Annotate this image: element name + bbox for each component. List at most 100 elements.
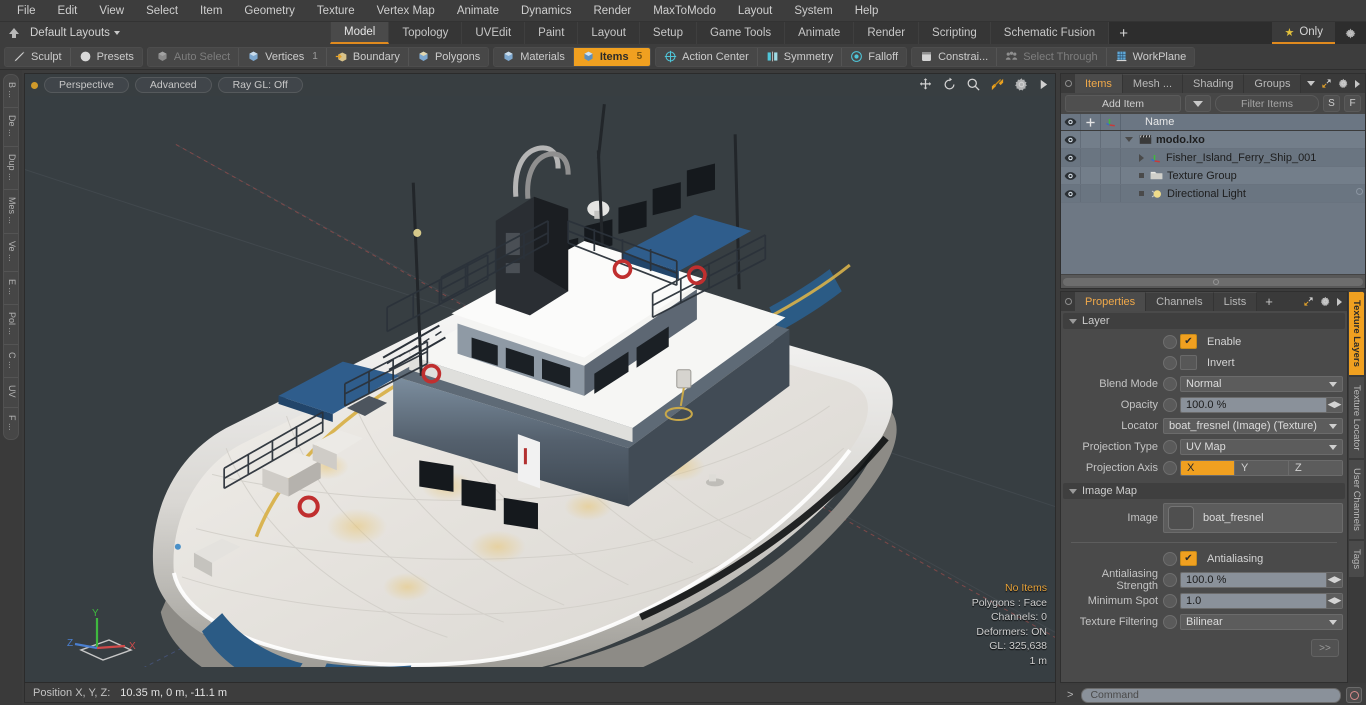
horizontal-scrollbar[interactable] [1063, 277, 1363, 286]
row-cell-add[interactable] [1081, 131, 1101, 148]
projection-axis-z[interactable]: Z [1289, 460, 1342, 475]
section-layer[interactable]: Layer [1063, 313, 1345, 329]
right-tab-tags[interactable]: Tags [1349, 540, 1365, 579]
left-tab-mesh[interactable]: Mes ... [4, 190, 18, 235]
projection-axis-knob[interactable] [1163, 460, 1177, 475]
fit-icon[interactable] [990, 77, 1005, 92]
maximize-icon[interactable] [1303, 296, 1314, 307]
left-tab-vertex[interactable]: Ve ... [4, 234, 18, 272]
add-item-button[interactable]: Add Item [1065, 95, 1181, 112]
row-cell-transform[interactable] [1101, 185, 1121, 202]
menu-item-view[interactable]: View [88, 2, 135, 20]
filter-f-button[interactable]: F [1344, 95, 1361, 112]
column-add[interactable] [1081, 114, 1101, 130]
enable-checkbox[interactable]: ✔ [1180, 334, 1197, 349]
menu-item-maxtomodo[interactable]: MaxToModo [642, 2, 727, 20]
projection-axis-x[interactable]: X [1181, 460, 1235, 475]
opacity-stepper[interactable]: ◀▶ [1326, 397, 1342, 412]
tree-item-texture-group[interactable]: Texture Group [1121, 167, 1365, 184]
sculpt-button[interactable]: Sculpt [5, 47, 71, 66]
filter-items-input[interactable]: Filter Items [1215, 95, 1319, 112]
action-center-button[interactable]: Action Center [656, 47, 758, 66]
collapse-arrow-icon[interactable] [6, 25, 22, 41]
table-row[interactable]: Texture Group [1061, 167, 1365, 185]
column-transform[interactable] [1101, 114, 1121, 130]
viewport-raygl-toggle[interactable]: Ray GL: Off [217, 77, 303, 93]
menu-item-item[interactable]: Item [189, 2, 233, 20]
tab-lists[interactable]: Lists [1213, 292, 1258, 311]
minimum-spot-stepper[interactable]: ◀▶ [1326, 593, 1342, 608]
tab-model[interactable]: Model [330, 22, 390, 44]
item-tree-scrollbar[interactable] [1061, 274, 1365, 288]
more-properties-button[interactable]: >> [1311, 639, 1339, 657]
table-row[interactable]: modo.lxo [1061, 131, 1365, 149]
invert-knob[interactable] [1163, 355, 1177, 370]
section-image-map[interactable]: Image Map [1063, 483, 1345, 499]
panel-knob-icon[interactable] [1061, 74, 1075, 93]
antialiasing-checkbox[interactable]: ✔ [1180, 551, 1197, 566]
menu-item-file[interactable]: File [6, 2, 47, 20]
row-visibility-toggle[interactable] [1061, 167, 1081, 184]
tab-groups[interactable]: Groups [1244, 74, 1302, 93]
table-row[interactable]: Directional Light [1061, 185, 1365, 203]
filter-s-button[interactable]: S [1323, 95, 1340, 112]
left-tab-fusion[interactable]: F ... [4, 408, 18, 439]
menu-item-edit[interactable]: Edit [47, 2, 89, 20]
gear-icon[interactable] [1014, 77, 1029, 92]
right-tab-texture-layers[interactable]: Texture Layers [1349, 291, 1365, 376]
add-item-dropdown-button[interactable] [1185, 95, 1211, 112]
select-through-button[interactable]: Select Through [997, 47, 1107, 66]
items-button[interactable]: Items 5 [573, 47, 651, 66]
tab-channels[interactable]: Channels [1146, 292, 1214, 311]
locator-dropdown[interactable]: boat_fresnel (Image) (Texture) [1163, 417, 1343, 434]
blend-mode-dropdown[interactable]: Normal [1180, 375, 1343, 392]
image-picker[interactable]: boat_fresnel [1163, 503, 1343, 533]
command-input[interactable]: Command [1081, 687, 1341, 703]
row-visibility-toggle[interactable] [1061, 185, 1081, 202]
tab-scripting[interactable]: Scripting [919, 22, 991, 44]
row-visibility-toggle[interactable] [1061, 149, 1081, 166]
presets-button[interactable]: Presets [70, 47, 142, 66]
falloff-button[interactable]: Falloff [842, 47, 907, 66]
boundary-button[interactable]: Boundary [326, 47, 409, 66]
minimum-spot-input[interactable]: 1.0 ◀▶ [1180, 592, 1343, 609]
table-row[interactable]: Fisher_Island_Ferry_Ship_001 [1061, 149, 1365, 167]
default-layouts-dropdown[interactable]: Default Layouts [30, 27, 120, 39]
chevron-right-icon[interactable] [1337, 297, 1342, 306]
menu-item-dynamics[interactable]: Dynamics [510, 2, 582, 20]
only-toggle-button[interactable]: ★ Only [1272, 22, 1335, 44]
row-cell-transform[interactable] [1101, 131, 1121, 148]
expander-down-icon[interactable] [1125, 137, 1133, 142]
menu-item-animate[interactable]: Animate [446, 2, 510, 20]
menu-item-render[interactable]: Render [582, 2, 642, 20]
tab-properties[interactable]: Properties [1075, 292, 1147, 311]
materials-button[interactable]: Materials [494, 47, 574, 66]
polygons-button[interactable]: Polygons [408, 47, 489, 66]
row-cell-add[interactable] [1081, 185, 1101, 202]
add-properties-tab-button[interactable]: + [1257, 292, 1281, 311]
row-cell-transform[interactable] [1101, 149, 1121, 166]
panel-knob-icon[interactable] [1061, 292, 1075, 311]
tab-topology[interactable]: Topology [389, 22, 463, 44]
menu-item-texture[interactable]: Texture [306, 2, 366, 20]
tab-shading[interactable]: Shading [1183, 74, 1245, 93]
maximize-icon[interactable] [1321, 78, 1332, 89]
gear-icon[interactable] [1320, 296, 1331, 307]
menu-item-system[interactable]: System [783, 2, 843, 20]
left-tab-uv[interactable]: UV [4, 378, 18, 408]
tree-item-ship[interactable]: Fisher_Island_Ferry_Ship_001 [1121, 149, 1365, 166]
opacity-knob[interactable] [1163, 397, 1177, 412]
menu-item-geometry[interactable]: Geometry [233, 2, 306, 20]
chevron-down-icon[interactable] [1307, 81, 1315, 86]
texture-filtering-dropdown[interactable]: Bilinear [1180, 613, 1343, 630]
menu-item-select[interactable]: Select [135, 2, 189, 20]
tab-mesh[interactable]: Mesh ... [1122, 74, 1184, 93]
rotate-icon[interactable] [942, 77, 957, 92]
column-visibility[interactable] [1061, 114, 1081, 130]
tab-game-tools[interactable]: Game Tools [696, 22, 786, 44]
enable-knob[interactable] [1163, 334, 1177, 349]
tab-items[interactable]: Items [1075, 74, 1123, 93]
tree-item-directional-light[interactable]: Directional Light [1121, 185, 1365, 202]
row-visibility-toggle[interactable] [1061, 131, 1081, 148]
tab-render[interactable]: Render [854, 22, 920, 44]
